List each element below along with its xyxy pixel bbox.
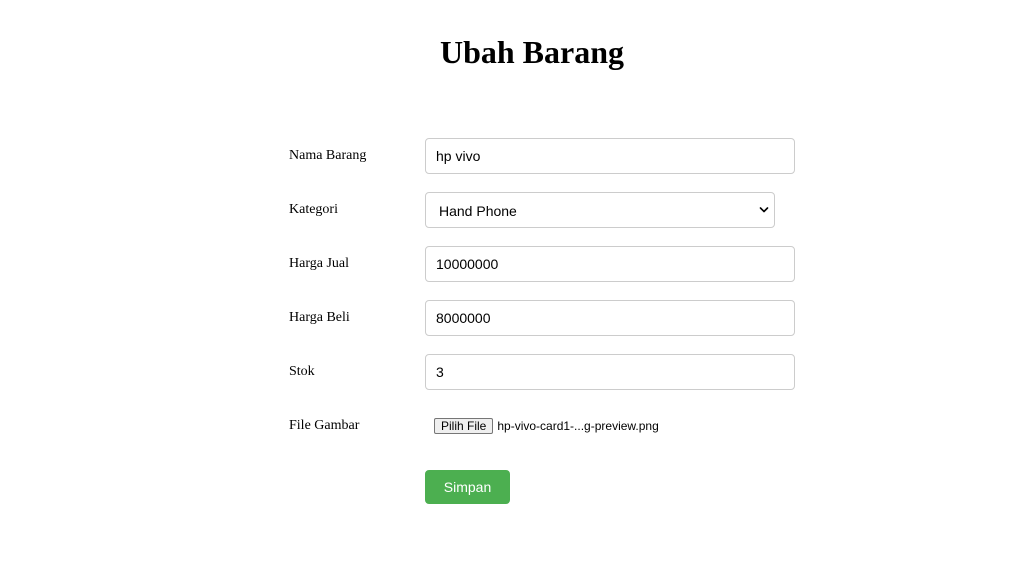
page-title: Ubah Barang <box>439 34 625 70</box>
stok-input[interactable] <box>425 354 795 390</box>
choose-file-button[interactable]: Pilih File <box>434 418 494 434</box>
harga-beli-input[interactable] <box>425 300 795 336</box>
file-gambar-label: File Gambar <box>289 418 360 433</box>
nama-barang-input[interactable] <box>425 138 795 174</box>
harga-jual-input[interactable] <box>425 246 795 282</box>
file-gambar-input[interactable]: Pilih File hp-vivo-card1-...g-preview.pn… <box>434 417 659 435</box>
nama-barang-label: Nama Barang <box>289 148 367 163</box>
selected-file-name: hp-vivo-card1-...g-preview.png <box>497 419 659 433</box>
kategori-label: Kategori <box>289 202 338 217</box>
chevron-down-icon <box>759 207 769 213</box>
stok-label: Stok <box>289 364 315 379</box>
harga-jual-label: Harga Jual <box>289 256 349 271</box>
save-button[interactable]: Simpan <box>425 470 510 504</box>
harga-beli-label: Harga Beli <box>289 310 350 325</box>
kategori-select[interactable]: Hand Phone <box>425 192 775 228</box>
kategori-selected-value: Hand Phone <box>439 203 517 219</box>
